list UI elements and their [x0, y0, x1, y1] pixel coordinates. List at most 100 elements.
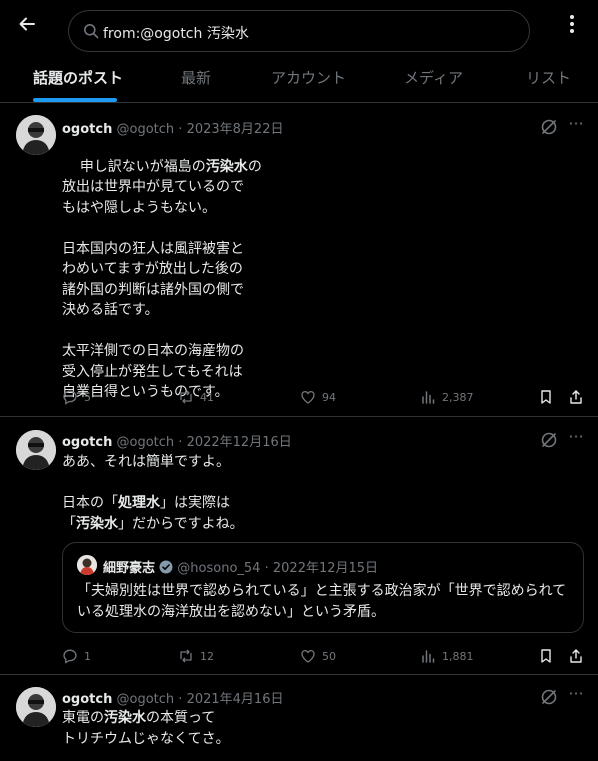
more-icon[interactable]: ··· [566, 116, 586, 135]
like-count: 50 [322, 649, 336, 663]
repost-button[interactable]: 12 [178, 646, 214, 666]
post-date[interactable]: 2022年12月15日 [273, 561, 378, 576]
share-button[interactable] [568, 646, 584, 666]
repost-count: 12 [200, 649, 214, 663]
reply-icon [63, 649, 77, 664]
quote-text: 「夫婦別姓は世界で認められている」と主張する政治家が「世界で認められている処理水… [77, 583, 567, 620]
like-button[interactable]: 94 [300, 387, 336, 407]
post-text: 東電の汚染水の本質って トリチウムじゃなくてさ。 [62, 708, 230, 749]
reply-count: 1 [84, 649, 91, 663]
text-line: 日本国内の狂人は風評被害と [62, 240, 244, 257]
repost-count: 41 [200, 390, 214, 404]
author-name[interactable]: ogotch [62, 122, 112, 137]
more-icon[interactable]: ··· [566, 429, 586, 448]
separator: · [178, 692, 183, 707]
tab-accounts[interactable]: アカウント [271, 58, 346, 102]
text-line: 放出は世界中が見ているので [62, 179, 244, 195]
like-button[interactable]: 50 [300, 646, 336, 666]
tab-bar: 話題のポスト 最新 アカウント メディア リスト [0, 58, 598, 103]
more-icon[interactable]: ··· [566, 686, 586, 705]
repost-icon [180, 649, 192, 663]
text-line: 申し訳ないが福島の [79, 158, 206, 175]
text-line: 決める話です。 [62, 302, 159, 318]
author-name[interactable]: ogotch [62, 435, 112, 450]
quoted-post[interactable]: 細野豪志 @hosono_54 · 2022年12月15日 「夫婦別姓は世界で認… [62, 542, 584, 633]
reply-count: 5 [84, 390, 91, 404]
action-bar: 5 41 94 2,387 [62, 387, 592, 407]
text-line: もはや隠しようもない。 [62, 199, 216, 216]
text-line: の [247, 158, 262, 175]
reply-button[interactable]: 5 [62, 387, 91, 407]
bookmark-button[interactable] [538, 646, 554, 666]
share-icon [570, 390, 582, 404]
text-line: わめいてますが放出した後の [62, 261, 243, 277]
back-arrow-icon[interactable] [14, 14, 40, 40]
search-input[interactable]: from:@ogotch 汚染水 [103, 23, 249, 43]
tab-latest[interactable]: 最新 [181, 58, 211, 102]
post-header: ogotch @ogotch · 2021年4月16日 [62, 688, 283, 707]
like-icon [301, 649, 315, 663]
avatar[interactable] [16, 115, 56, 155]
verified-badge-icon [159, 560, 173, 574]
bookmark-button[interactable] [538, 387, 554, 407]
highlight-term: 汚染水 [104, 710, 146, 726]
views-icon [422, 391, 435, 404]
post-text: 申し訳ないが福島の汚染水の 放出は世界中が見ているので もはや隠しようもない。 … [62, 136, 262, 403]
share-icon [570, 649, 582, 663]
tab-media[interactable]: メディア [404, 58, 463, 102]
grok-icon[interactable] [540, 118, 558, 136]
views-count: 2,387 [442, 390, 474, 404]
post[interactable]: ogotch @ogotch · 2023年8月22日 ··· 申し訳ないが福島… [0, 103, 598, 417]
views-icon [422, 650, 435, 663]
author-handle[interactable]: @ogotch [116, 435, 174, 450]
text-line: 」は実際は [160, 495, 230, 511]
avatar[interactable] [16, 687, 56, 727]
text-line: の本質って [146, 710, 216, 726]
tab-lists[interactable]: リスト [526, 58, 571, 102]
reply-icon [63, 390, 77, 405]
views-button[interactable]: 1,881 [420, 646, 474, 666]
bookmark-icon [541, 649, 551, 663]
highlight-term: 処理水 [118, 495, 160, 511]
text-line: 」だからですよね。 [118, 515, 244, 532]
repost-button[interactable]: 41 [178, 387, 214, 407]
avatar[interactable] [77, 555, 97, 575]
text-line: 東電の [62, 710, 104, 726]
author-handle[interactable]: @hosono_54 [177, 561, 260, 576]
post-header: ogotch @ogotch · 2023年8月22日 [62, 118, 283, 137]
separator: · [178, 435, 183, 450]
highlight-term: 汚染水 [76, 515, 118, 532]
reply-button[interactable]: 1 [62, 646, 91, 666]
like-count: 94 [322, 390, 336, 404]
separator: · [178, 122, 183, 137]
like-icon [301, 390, 315, 404]
avatar[interactable] [16, 430, 56, 470]
highlight-term: 汚染水 [205, 158, 248, 175]
share-button[interactable] [568, 387, 584, 407]
search-box[interactable]: from:@ogotch 汚染水 [68, 10, 530, 52]
post-date[interactable]: 2023年8月22日 [187, 122, 284, 137]
more-icon[interactable] [561, 14, 583, 40]
author-handle[interactable]: @ogotch [116, 122, 174, 137]
action-bar: 1 12 50 1,881 [62, 646, 592, 666]
quote-header: 細野豪志 @hosono_54 · 2022年12月15日 [103, 557, 378, 576]
grok-icon[interactable] [540, 688, 558, 706]
post-text: ああ、それは簡単ですよ。 日本の「処理水」は実際は 「汚染水」だからですよね。 [62, 452, 244, 534]
post[interactable]: ogotch @ogotch · 2021年4月16日 ··· 東電の汚染水の本… [0, 676, 598, 761]
views-button[interactable]: 2,387 [420, 387, 474, 407]
tab-top[interactable]: 話題のポスト [33, 58, 123, 102]
post-date[interactable]: 2021年4月16日 [187, 692, 284, 707]
post-date[interactable]: 2022年12月16日 [187, 435, 292, 450]
views-count: 1,881 [442, 649, 474, 663]
text-line: トリチウムじゃなくてさ。 [62, 730, 230, 747]
author-name[interactable]: 細野豪志 [103, 561, 155, 576]
author-handle[interactable]: @ogotch [116, 692, 174, 707]
author-name[interactable]: ogotch [62, 692, 112, 707]
grok-icon[interactable] [540, 431, 558, 449]
text-line: ああ、それは簡単ですよ。 [62, 454, 230, 470]
active-tab-indicator [33, 98, 117, 102]
separator: · [264, 561, 269, 576]
top-bar: from:@ogotch 汚染水 [0, 0, 598, 58]
search-icon [83, 23, 99, 39]
text-line: 受入停止が発生してもそれは [62, 363, 243, 380]
